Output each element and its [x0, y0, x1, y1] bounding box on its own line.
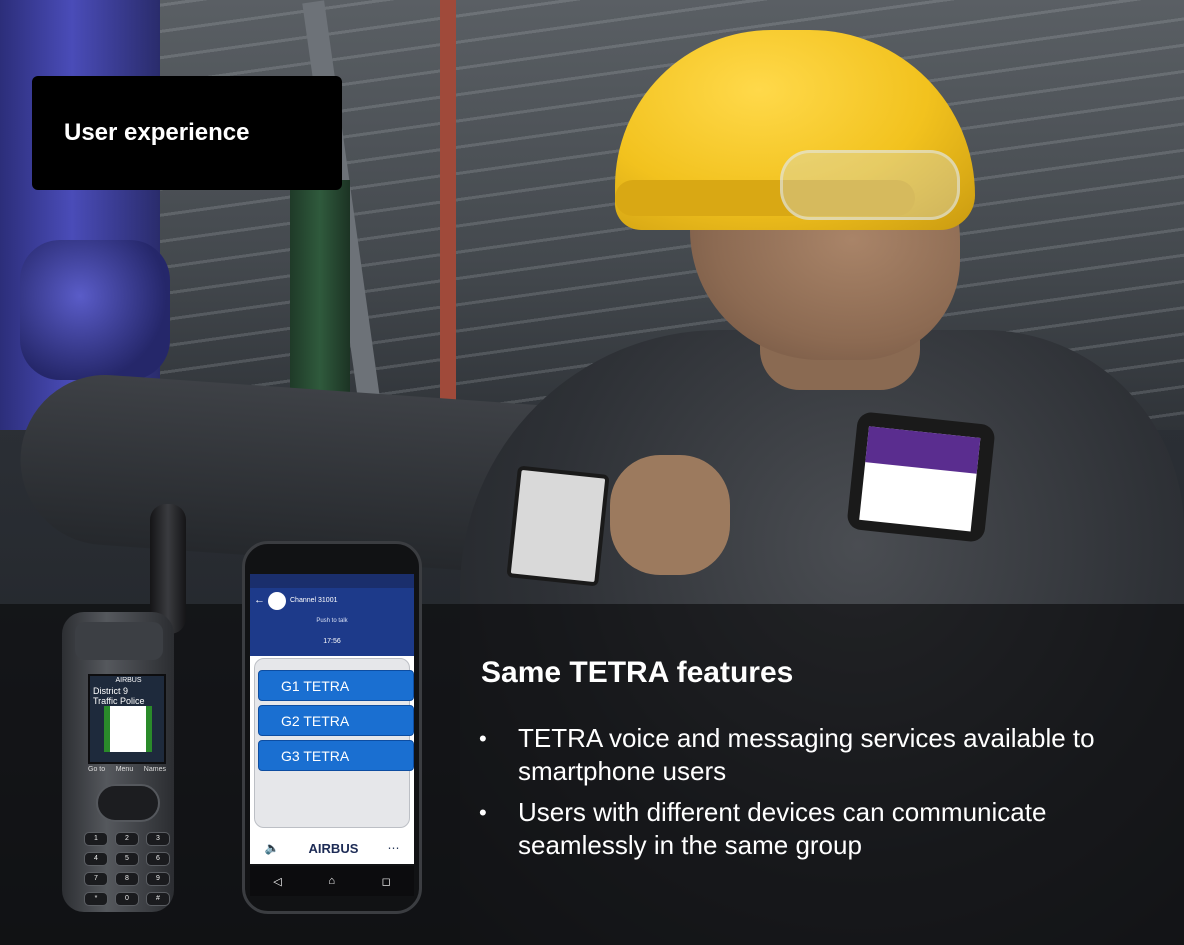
radio-screen-line1: District 9	[93, 686, 129, 696]
safety-goggles	[780, 150, 960, 220]
key-0[interactable]: 0	[115, 892, 139, 906]
bullet-text: Users with different devices can communi…	[518, 797, 1047, 860]
nav-home-icon[interactable]: ⌂	[328, 875, 335, 887]
key-9[interactable]: 9	[146, 872, 170, 886]
key-4[interactable]: 4	[84, 852, 108, 866]
channel-avatar	[268, 592, 286, 610]
radio-screen-display	[104, 706, 152, 752]
worker-hand	[610, 455, 730, 575]
nav-back-icon[interactable]: ◁	[273, 875, 281, 888]
radio-softkeys: Go to Menu Names	[88, 766, 166, 773]
radio-screen: AIRBUS District 9 Traffic Police	[88, 674, 166, 764]
radio-dpad[interactable]	[96, 784, 160, 822]
group-g3-button[interactable]: G3 TETRA	[258, 740, 414, 771]
push-to-talk-label: Push to talk	[316, 618, 348, 624]
key-7[interactable]: 7	[84, 872, 108, 886]
bullet-icon: •	[479, 726, 487, 751]
softkey-menu[interactable]: Menu	[116, 766, 134, 773]
radio-brand: AIRBUS	[115, 677, 142, 684]
key-3[interactable]: 3	[146, 832, 170, 846]
group-g1-button[interactable]: G1 TETRA	[258, 670, 414, 701]
android-nav-bar: ◁ ⌂ ◻	[250, 866, 414, 896]
softkey-right[interactable]: Names	[144, 766, 166, 773]
status-bar	[250, 574, 414, 588]
bullet-text: TETRA voice and messaging services avail…	[518, 723, 1095, 786]
id-badge	[506, 465, 610, 587]
section-label: User experience	[32, 76, 342, 190]
phone-bottom-bar: 🔈 AIRBUS ⋯	[250, 832, 414, 864]
speaker-icon[interactable]: 🔈	[265, 841, 280, 855]
more-icon[interactable]: ⋯	[387, 841, 399, 855]
group-g2-button[interactable]: G2 TETRA	[258, 705, 414, 736]
key-hash[interactable]: #	[146, 892, 170, 906]
channel-name: Channel 31001	[290, 597, 338, 604]
key-5[interactable]: 5	[115, 852, 139, 866]
section-label-text: User experience	[64, 119, 250, 146]
key-1[interactable]: 1	[84, 832, 108, 846]
back-arrow-icon[interactable]: ←	[254, 594, 265, 606]
key-star[interactable]: *	[84, 892, 108, 906]
radio-top-panel	[75, 622, 163, 660]
key-6[interactable]: 6	[146, 852, 170, 866]
feature-list: • TETRA voice and messaging services avai…	[479, 722, 1169, 870]
radio-keypad: 1 2 3 4 5 6 7 8 9 * 0 #	[84, 832, 174, 906]
key-8[interactable]: 8	[115, 872, 139, 886]
channel-header: ← Channel 31001 Push to talk 17:56	[250, 588, 414, 656]
list-item: • Users with different devices can commun…	[479, 796, 1169, 862]
airbus-logo: AIRBUS	[308, 840, 359, 856]
radio-screen-line2: Traffic Police	[93, 696, 145, 706]
nav-recents-icon[interactable]: ◻	[382, 875, 391, 888]
pocket-smartphone	[846, 411, 996, 543]
pipe-flange	[20, 240, 170, 380]
softkey-left[interactable]: Go to	[88, 766, 105, 773]
headline: Same TETRA features	[481, 656, 794, 689]
bullet-icon: •	[479, 800, 487, 825]
red-pipe	[440, 0, 456, 420]
key-2[interactable]: 2	[115, 832, 139, 846]
call-timer: 17:56	[323, 638, 341, 645]
list-item: • TETRA voice and messaging services avai…	[479, 722, 1169, 788]
